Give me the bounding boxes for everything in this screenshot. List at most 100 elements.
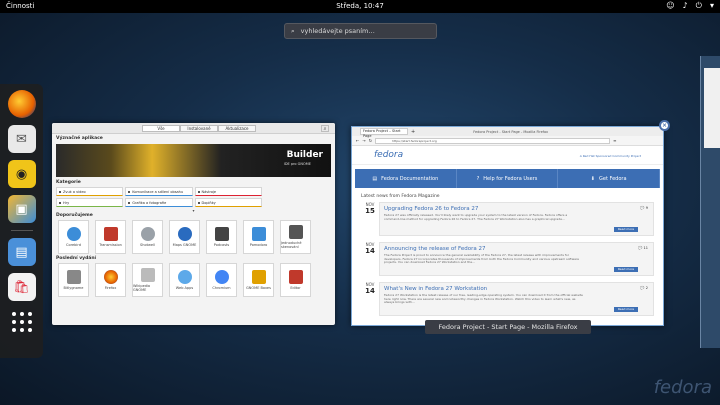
category-utilities[interactable]: Nástroje xyxy=(194,187,262,196)
fedora-logo[interactable]: fedora xyxy=(374,150,403,160)
forward-icon[interactable]: → xyxy=(362,138,365,143)
firefox-icon[interactable] xyxy=(7,90,36,118)
read-more-button[interactable]: Read more xyxy=(614,307,638,312)
power-icon[interactable]: ⏻ xyxy=(696,1,702,11)
category-graphics[interactable]: Grafika a fotografie xyxy=(125,198,193,207)
clock[interactable]: Středa, 10:47 xyxy=(0,2,720,10)
recommended-label: Doporučujeme xyxy=(56,213,93,218)
dash: ✉ ◉ ▣ ▤ 🛍 xyxy=(0,84,43,358)
app-tile[interactable]: Web Apps xyxy=(169,263,200,297)
latest-news-label: Latest news from Fedora Magazine xyxy=(361,194,440,199)
app-tile[interactable]: Transmission xyxy=(95,220,126,254)
app-tile[interactable]: Maps GNOME xyxy=(169,220,200,254)
app-tile[interactable]: Podcasts xyxy=(206,220,237,254)
recent-label: Poslední vydání xyxy=(56,256,97,261)
workspace-thumbnail[interactable] xyxy=(700,56,720,348)
speaker-icon[interactable]: ◉ xyxy=(7,160,36,188)
podcasts-icon xyxy=(214,227,229,241)
app-tile[interactable]: GNOME Boxes xyxy=(243,263,274,297)
news-item: NOV 14 Announcing the release of Fedora 2… xyxy=(361,242,654,276)
news-text: Fedora 27 was officially released. You'l… xyxy=(384,213,568,221)
news-title[interactable]: Upgrading Fedora 26 to Fedora 27 xyxy=(384,206,649,212)
comment-count-value: 9 xyxy=(645,206,648,210)
editor-icon xyxy=(288,270,303,284)
read-more-button[interactable]: Read more xyxy=(614,227,638,232)
category-addons[interactable]: Doplňky xyxy=(194,198,262,207)
browser-tab[interactable]: Fedora Project – Start Page xyxy=(360,128,408,138)
mail-icon[interactable]: ✉ xyxy=(7,125,36,153)
menu-icon[interactable]: ≡ xyxy=(613,138,616,143)
news-date: NOV 14 xyxy=(361,242,379,276)
search-icon[interactable]: ⌕ xyxy=(321,125,329,132)
news-title[interactable]: Announcing the release of Fedora 27 xyxy=(384,246,649,252)
comment-count[interactable]: 💬 11 xyxy=(638,246,648,250)
firefox-window[interactable]: Fedora Project – Start Page + Fedora Pro… xyxy=(351,126,664,326)
banner-title: Builder xyxy=(286,150,323,160)
tab-all[interactable]: Vše xyxy=(142,125,180,132)
comment-count[interactable]: 💬 9 xyxy=(640,206,648,210)
firefox-icon xyxy=(103,270,118,284)
read-more-button[interactable]: Read more xyxy=(614,267,638,272)
news-text: The Fedora Project is proud to announce … xyxy=(384,253,580,265)
nav-get-fedora[interactable]: ⬇ Get Fedora xyxy=(558,169,661,188)
featured-label: Význačné aplikace xyxy=(56,136,103,141)
navigation-bar: ← → ↻ https://start.fedoraproject.org ≡ xyxy=(352,136,663,146)
files-icon[interactable]: ▤ xyxy=(7,238,36,266)
firefox-titlebar: Fedora Project – Start Page + Fedora Pro… xyxy=(352,127,663,138)
transmission-icon xyxy=(103,227,118,241)
news-body: What's New in Fedora 27 Workstation Fedo… xyxy=(379,282,654,316)
software-icon[interactable]: 🛍 xyxy=(7,273,36,301)
project-link[interactable]: A Red Hat Sponsored Community Project xyxy=(580,154,641,158)
back-icon[interactable]: ← xyxy=(356,138,359,143)
software-window[interactable]: Vše Instalované Aktualizace ⌕ Význačné a… xyxy=(52,123,335,325)
nav-help[interactable]: ? Help for Fedora Users xyxy=(457,169,559,188)
photos-icon[interactable]: ▣ xyxy=(7,195,36,223)
categories-label: Kategorie xyxy=(56,180,81,185)
window-title: Fedora Project - Start Page - Mozilla Fi… xyxy=(473,129,549,134)
category-games[interactable]: Hry xyxy=(56,198,124,207)
system-tray[interactable]: ☺ ♪ ⏻ ▾ xyxy=(666,1,714,11)
fedora-watermark: fedora xyxy=(653,377,712,398)
recent-apps: Bitlygnome Firefox Wikipedia GNOME Web A… xyxy=(58,263,329,297)
app-tile[interactable]: Bitlygnome xyxy=(58,263,89,297)
wikipedia-icon xyxy=(140,268,155,282)
category-grid: Zvuk a video Komunikace a sdílení obsahu… xyxy=(56,187,331,207)
url-input[interactable]: https://start.fedoraproject.org xyxy=(375,137,611,144)
volume-icon[interactable]: ♪ xyxy=(683,1,688,11)
app-tile[interactable]: Shotwell xyxy=(132,220,163,254)
news-date: NOV 15 xyxy=(361,202,379,236)
app-tile[interactable]: Corebird xyxy=(58,220,89,254)
app-name: Shotwell xyxy=(140,243,155,247)
show-applications-icon[interactable] xyxy=(11,312,32,332)
accessibility-icon[interactable]: ☺ xyxy=(666,1,674,11)
tab-installed[interactable]: Instalované xyxy=(180,125,218,132)
maps-icon xyxy=(177,227,192,241)
tab-updates[interactable]: Aktualizace xyxy=(218,125,256,132)
app-name: Wikipedia GNOME xyxy=(133,284,151,292)
app-name: Podcasts xyxy=(213,243,230,247)
featured-banner[interactable]: Builder IDE pro GNOME xyxy=(56,144,331,177)
category-communication[interactable]: Komunikace a sdílení obsahu xyxy=(125,187,193,196)
app-tile[interactable]: Wikipedia GNOME xyxy=(132,263,163,297)
search-input[interactable]: ⌕ vyhledávejte psaním… xyxy=(284,23,437,39)
app-tile[interactable]: Editor xyxy=(280,263,311,297)
recommended-apps: Corebird Transmission Shotwell Maps GNOM… xyxy=(58,220,329,254)
app-name: Jednoduché skenování xyxy=(281,241,302,249)
chevron-down-icon[interactable]: ▾ xyxy=(710,1,714,11)
new-tab-icon[interactable]: + xyxy=(411,129,415,135)
dash-separator xyxy=(10,230,33,231)
app-tile[interactable]: Jednoduché skenování xyxy=(280,220,311,254)
news-day: 14 xyxy=(365,247,375,255)
comment-count[interactable]: 💬 2 xyxy=(640,286,648,290)
category-audio-video[interactable]: Zvuk a video xyxy=(56,187,124,196)
reload-icon[interactable]: ↻ xyxy=(369,138,372,143)
app-tile[interactable]: Firefox xyxy=(95,263,126,297)
nav-documentation[interactable]: ▤ Fedora Documentation xyxy=(355,169,457,188)
app-tile[interactable]: Pomodoro xyxy=(243,220,274,254)
music-icon xyxy=(251,227,266,241)
news-title[interactable]: What's New in Fedora 27 Workstation xyxy=(384,286,649,292)
app-name: Chromium xyxy=(212,286,231,290)
close-window-icon[interactable]: × xyxy=(659,120,670,131)
news-day: 14 xyxy=(365,287,375,295)
app-tile[interactable]: Chromium xyxy=(206,263,237,297)
